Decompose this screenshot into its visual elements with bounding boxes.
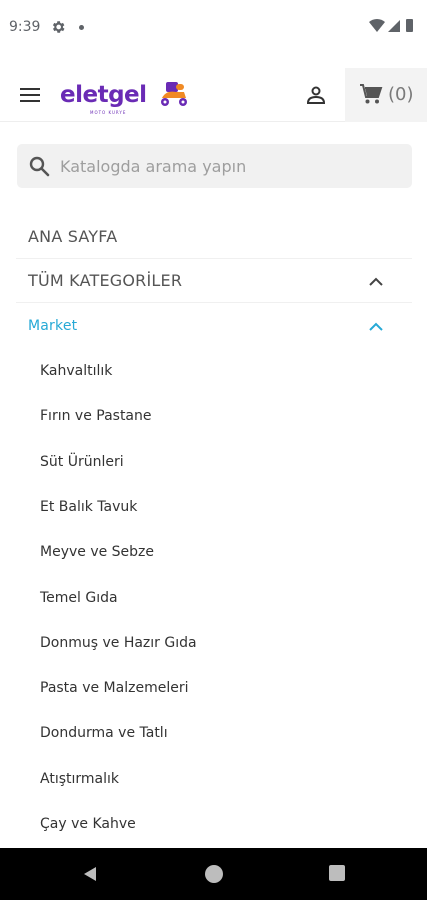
notification-dot-icon <box>79 25 84 30</box>
submenu-item-et-balik-tavuk[interactable]: Et Balık Tavuk <box>40 499 137 515</box>
chevron-up-icon[interactable] <box>368 275 384 287</box>
status-time: 9:39 <box>9 19 41 35</box>
brand-tagline: MOTO KURYE <box>90 110 127 115</box>
search-bar <box>17 144 412 188</box>
submenu-item-firin-pastane[interactable]: Fırın ve Pastane <box>40 408 152 424</box>
cart-button[interactable]: (0) <box>345 68 427 122</box>
brand-logo[interactable]: eletgel MOTO KURYE <box>60 76 195 116</box>
home-icon[interactable] <box>205 865 223 883</box>
gear-icon <box>52 21 65 33</box>
submenu-item-dondurma-tatli[interactable]: Dondurma ve Tatlı <box>40 725 168 741</box>
hamburger-menu-icon[interactable] <box>18 82 44 108</box>
battery-icon <box>406 19 413 32</box>
search-icon[interactable] <box>27 154 51 178</box>
status-indicators-icon <box>369 18 413 32</box>
chevron-up-icon[interactable] <box>368 320 384 332</box>
submenu-item-kahvaltilik[interactable]: Kahvaltılık <box>40 363 112 379</box>
status-bar: 9:39 <box>0 0 427 56</box>
brand-name: eletgel <box>60 82 147 108</box>
submenu-item-cay-kahve[interactable]: Çay ve Kahve <box>40 816 136 832</box>
submenu-item-donmus-hazir-gida[interactable]: Donmuş ve Hazır Gıda <box>40 635 197 651</box>
app-header: eletgel MOTO KURYE (0) <box>0 68 427 122</box>
scooter-courier-icon <box>161 82 187 106</box>
menu-item-market[interactable]: Market <box>16 304 412 348</box>
back-icon[interactable] <box>81 865 99 883</box>
menu-item-home-label: ANA SAYFA <box>28 227 118 246</box>
submenu-item-sut-urunleri[interactable]: Süt Ürünleri <box>40 454 124 470</box>
cart-count: (0) <box>388 84 414 105</box>
wifi-icon <box>369 18 385 32</box>
search-input[interactable] <box>60 144 400 188</box>
system-navigation-bar <box>0 848 427 900</box>
user-account-icon[interactable] <box>304 83 328 107</box>
menu-item-all-categories[interactable]: TÜM KATEGORİLER <box>16 259 412 303</box>
cart-icon <box>360 84 383 104</box>
menu-item-home[interactable]: ANA SAYFA <box>16 215 412 259</box>
menu-item-market-label: Market <box>28 318 78 334</box>
menu-item-all-categories-label: TÜM KATEGORİLER <box>28 271 183 290</box>
submenu-item-temel-gida[interactable]: Temel Gıda <box>40 590 118 606</box>
signal-icon <box>388 20 400 32</box>
recent-apps-icon[interactable] <box>329 865 345 881</box>
submenu-item-atistirmalik[interactable]: Atıştırmalık <box>40 771 119 787</box>
submenu-item-meyve-sebze[interactable]: Meyve ve Sebze <box>40 544 154 560</box>
submenu-item-pasta-malzemeleri[interactable]: Pasta ve Malzemeleri <box>40 680 188 696</box>
